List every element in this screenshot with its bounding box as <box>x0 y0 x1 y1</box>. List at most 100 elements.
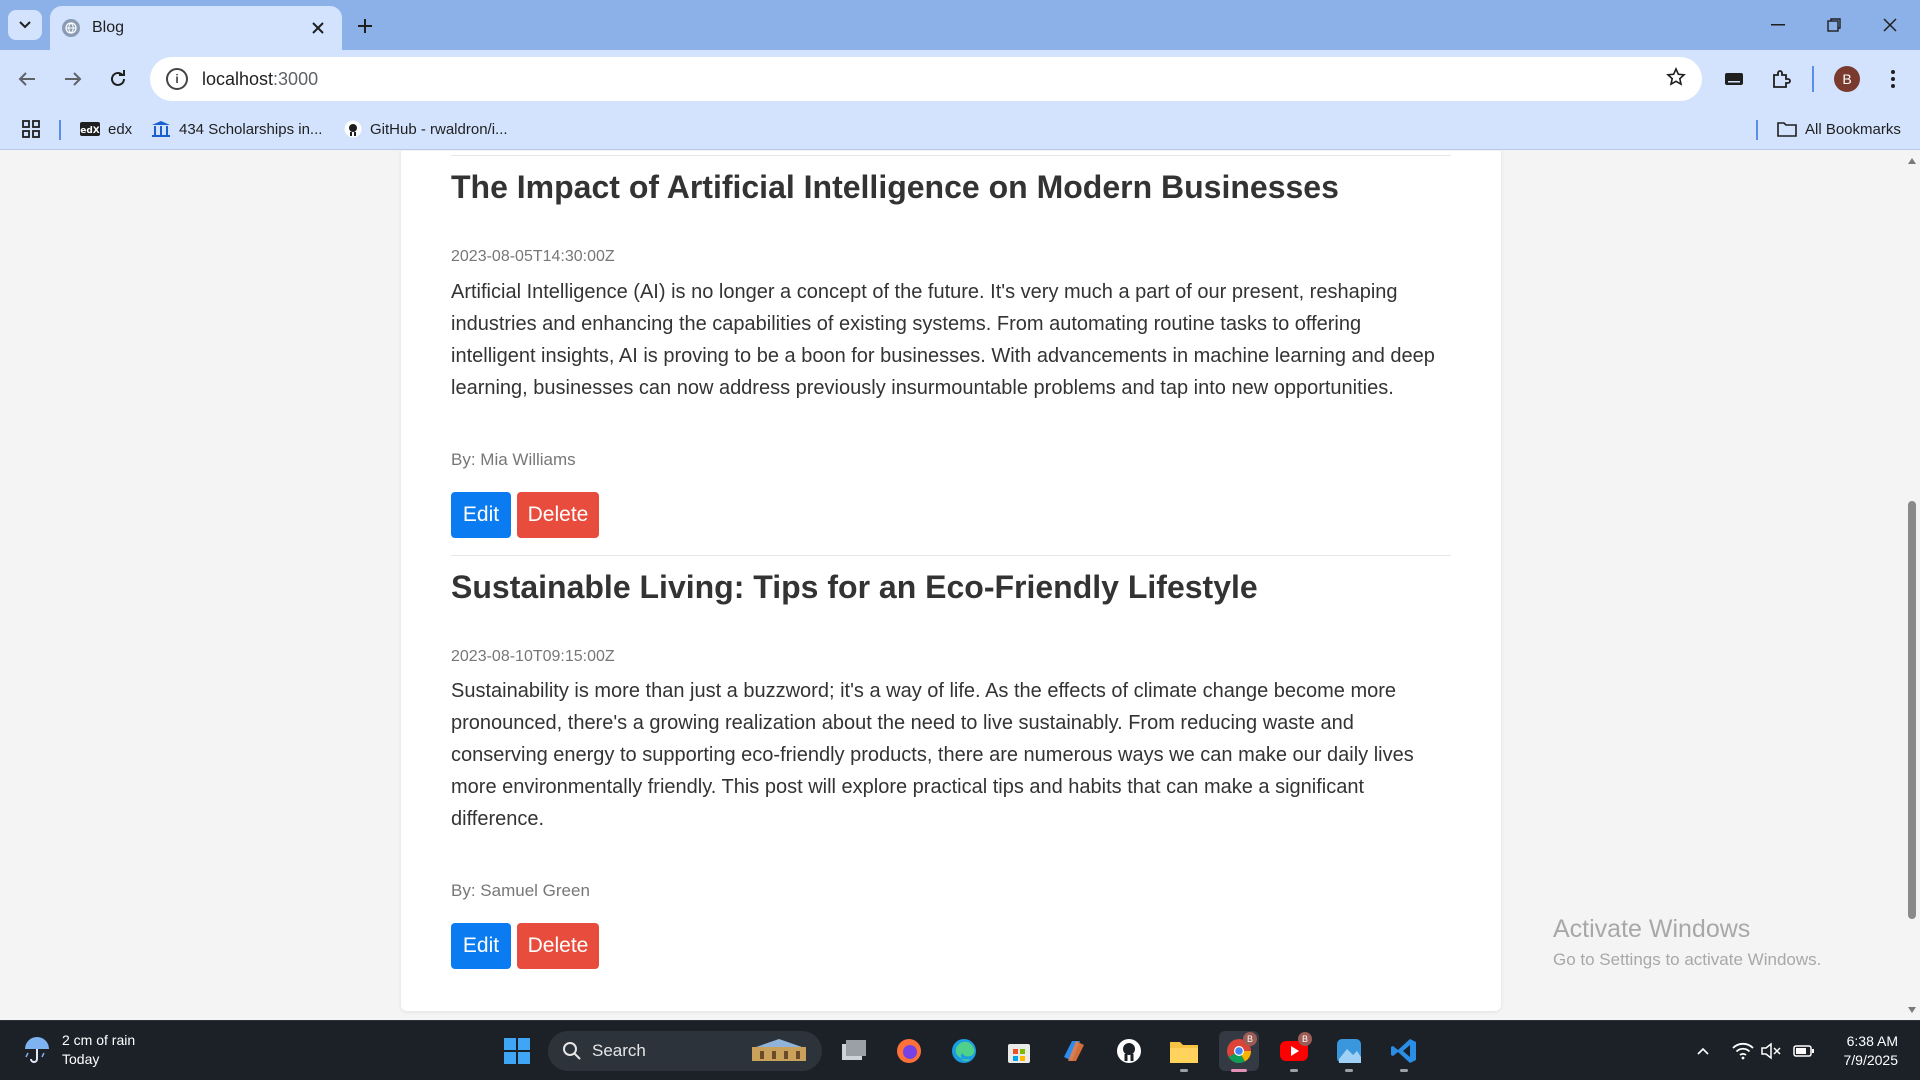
delete-button[interactable]: Delete <box>517 492 599 538</box>
new-tab-button[interactable] <box>350 12 380 40</box>
profile-badge: B <box>1298 1032 1312 1046</box>
restore-window-button[interactable] <box>1814 10 1854 40</box>
site-info-icon[interactable]: i <box>166 68 188 90</box>
taskbar-chrome[interactable]: B <box>1219 1031 1259 1072</box>
minimize-icon <box>1771 24 1785 26</box>
bookmark-star-icon[interactable] <box>1666 66 1686 92</box>
search-icon <box>563 1042 581 1060</box>
menu-button[interactable] <box>1876 62 1910 96</box>
volume-button[interactable] <box>1759 1039 1783 1063</box>
active-indicator <box>1231 1069 1247 1072</box>
close-tab-icon[interactable] <box>306 16 330 40</box>
apps-button[interactable] <box>22 117 40 141</box>
post-date: 2023-08-05T14:30:00Z <box>451 248 615 265</box>
battery-icon <box>1793 1045 1814 1057</box>
taskbar-github[interactable] <box>1109 1031 1149 1071</box>
delete-button[interactable]: Delete <box>517 923 599 969</box>
bookmark-edx[interactable]: edX edx <box>80 117 132 141</box>
post-body: Artificial Intelligence (AI) is no longe… <box>451 281 1435 399</box>
taskbar-photos[interactable] <box>1329 1031 1369 1072</box>
search-highlight-illustration-icon <box>752 1039 806 1061</box>
profile-badge: B <box>1243 1032 1257 1046</box>
plus-icon <box>358 19 372 33</box>
scrollbar-thumb[interactable] <box>1908 501 1916 919</box>
url-text: localhost:3000 <box>202 68 319 89</box>
taskbar-youtube[interactable]: B <box>1274 1031 1314 1072</box>
weather-widget[interactable]: 2 cm of rain Today <box>22 1031 135 1069</box>
browser-toolbar: i localhost:3000 B <box>0 50 1920 108</box>
watermark-title: Activate Windows <box>1553 915 1751 943</box>
running-indicator <box>1290 1069 1298 1072</box>
post-author: By: Samuel Green <box>451 881 590 900</box>
chevron-up-icon <box>1697 1047 1709 1055</box>
reload-icon <box>111 70 125 86</box>
bookmark-scholarships[interactable]: 434 Scholarships in... <box>151 117 322 141</box>
clock-date: 7/9/2025 <box>1843 1052 1899 1068</box>
profile-button[interactable]: B <box>1830 62 1864 96</box>
folder-icon <box>1777 121 1797 137</box>
arrow-right-icon <box>65 72 82 86</box>
taskbar: 2 cm of rain Today Search B B 6:38 AM 7/… <box>0 1020 1920 1080</box>
all-bookmarks-button[interactable]: All Bookmarks <box>1777 117 1901 141</box>
copilot-icon <box>1064 1041 1084 1061</box>
edit-button[interactable]: Edit <box>451 492 511 538</box>
taskbar-search[interactable]: Search <box>548 1031 822 1071</box>
minimize-window-button[interactable] <box>1758 10 1798 40</box>
folder-icon <box>1170 1042 1198 1063</box>
apps-grid-icon <box>22 120 40 138</box>
clock-time: 6:38 AM <box>1846 1033 1898 1049</box>
vscode-icon <box>1391 1039 1416 1063</box>
taskbar-file-explorer[interactable] <box>1164 1031 1204 1072</box>
task-view-button[interactable] <box>834 1031 874 1071</box>
post-title: Sustainable Living: Tips for an Eco-Frie… <box>451 569 1258 605</box>
globe-icon <box>62 19 80 37</box>
svg-text:edX: edX <box>80 126 100 136</box>
reload-button[interactable] <box>101 62 135 96</box>
restore-icon <box>1827 18 1841 32</box>
photos-icon <box>1337 1039 1361 1063</box>
firefox-icon <box>897 1039 921 1063</box>
system-clock[interactable]: 6:38 AM 7/9/2025 <box>1836 1032 1899 1070</box>
back-button[interactable] <box>10 62 44 96</box>
more-vertical-icon <box>1891 70 1895 88</box>
running-indicator <box>1400 1069 1408 1072</box>
avatar: B <box>1834 66 1860 92</box>
show-hidden-icons-button[interactable] <box>1691 1039 1715 1063</box>
forward-button[interactable] <box>56 62 90 96</box>
puzzle-icon <box>1773 70 1791 88</box>
taskbar-copilot[interactable] <box>1054 1031 1094 1071</box>
network-button[interactable] <box>1731 1039 1755 1063</box>
edit-button[interactable]: Edit <box>451 923 511 969</box>
page-scrollbar[interactable] <box>1904 151 1920 1020</box>
scroll-up-icon[interactable] <box>1906 155 1918 167</box>
battery-button[interactable] <box>1792 1039 1816 1063</box>
running-indicator <box>1345 1069 1353 1072</box>
windows-logo-icon <box>504 1038 530 1064</box>
weather-condition: 2 cm of rain <box>62 1032 136 1048</box>
institution-icon <box>151 120 171 138</box>
page-viewport: The Impact of Artificial Intelligence on… <box>0 151 1920 1020</box>
toolbar-separator <box>1812 66 1814 92</box>
bookmarks-bar: edX edx 434 Scholarships in... GitHub - … <box>0 108 1920 150</box>
taskbar-firefox[interactable] <box>889 1031 929 1071</box>
keyboard-extension-button[interactable] <box>1717 62 1751 96</box>
taskbar-store[interactable] <box>999 1031 1039 1071</box>
post-author: By: Mia Williams <box>451 450 576 469</box>
bookmark-github[interactable]: GitHub - rwaldron/i... <box>344 117 508 141</box>
start-button[interactable] <box>497 1031 537 1071</box>
bookmarks-separator <box>1756 120 1758 140</box>
close-window-button[interactable] <box>1870 10 1910 40</box>
tab-search-button[interactable] <box>8 10 42 40</box>
post-divider <box>451 555 1451 556</box>
taskbar-edge[interactable] <box>944 1031 984 1071</box>
extensions-button[interactable] <box>1764 62 1798 96</box>
tab-blog[interactable]: Blog <box>50 6 342 50</box>
wifi-icon <box>1732 1042 1754 1060</box>
address-bar[interactable]: i localhost:3000 <box>150 57 1702 101</box>
scroll-down-icon[interactable] <box>1906 1004 1918 1016</box>
bookmarks-separator <box>59 120 61 140</box>
umbrella-rain-icon <box>25 1037 49 1063</box>
task-view-icon <box>842 1040 866 1060</box>
arrow-left-icon <box>18 72 35 86</box>
taskbar-vscode[interactable] <box>1384 1031 1424 1072</box>
